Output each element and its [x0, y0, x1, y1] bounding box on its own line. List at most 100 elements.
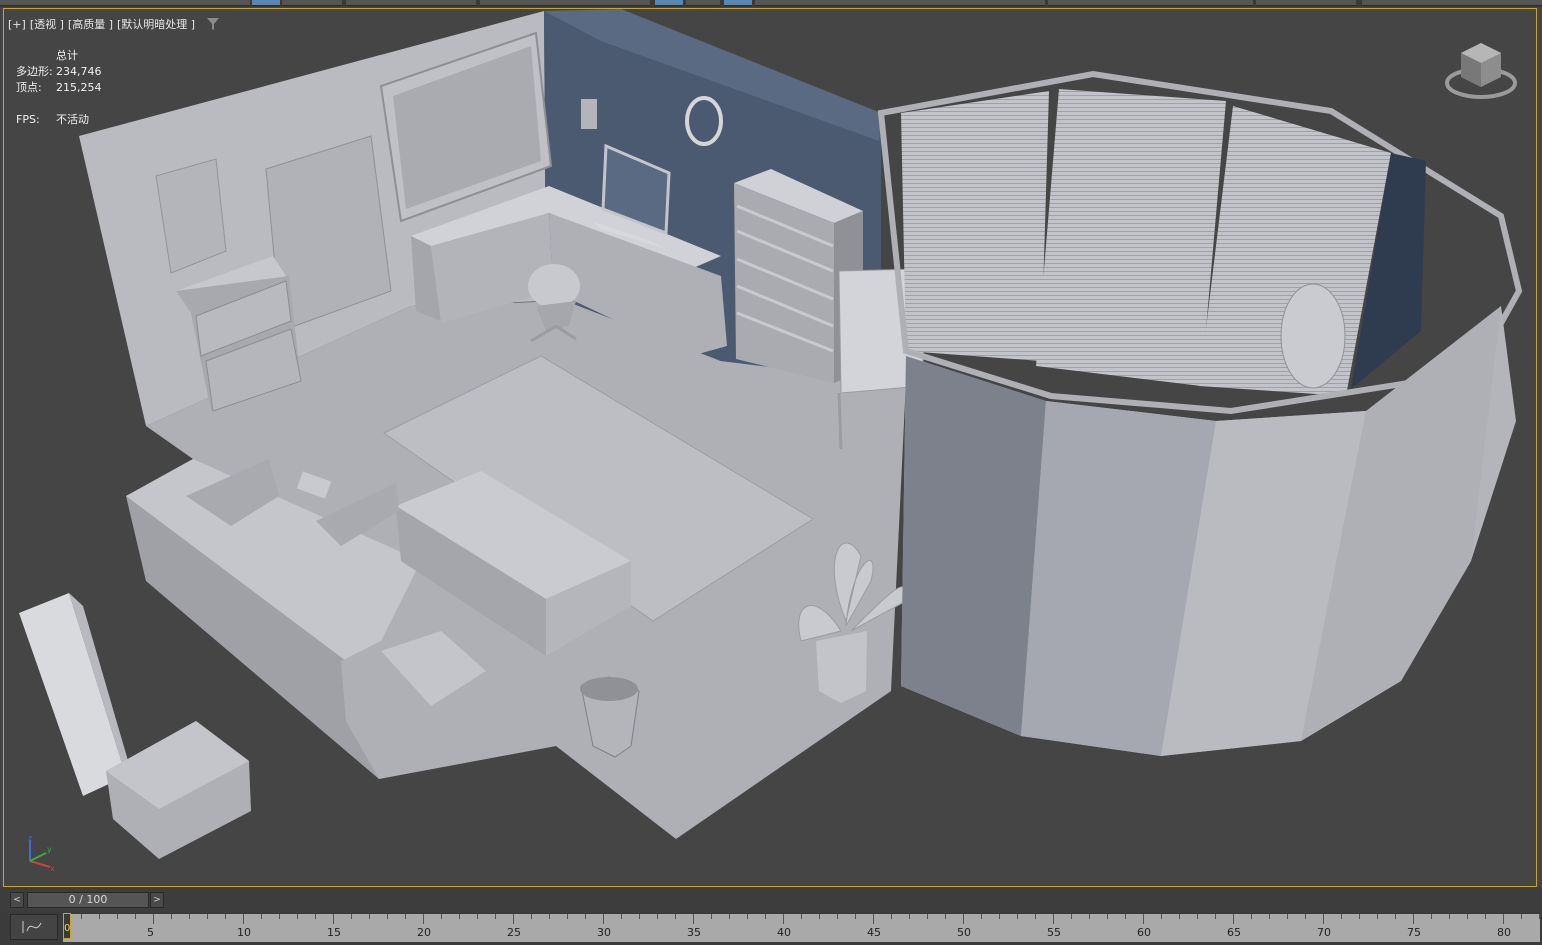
time-slider-bar: < 0 / 100 >: [0, 887, 1542, 912]
frame-tick-label: 25: [507, 926, 521, 939]
frame-tick-label: 75: [1407, 926, 1421, 939]
frame-tick-label: 5: [147, 926, 154, 939]
trackbar: 5 10 15 20 25 30 35 40 45 50 55 60 65 70 75 80 0: [0, 912, 1542, 945]
viewport-label-bar: [+] [透视 ] [高质量 ] [默认明暗处理 ]: [8, 16, 220, 32]
frame-tick-label: 45: [867, 926, 881, 939]
polygons-label: 多边形:: [16, 65, 53, 78]
toolbar-segment[interactable]: [755, 0, 1045, 6]
frame-tick-label: 15: [327, 926, 341, 939]
toolbar-segment[interactable]: [346, 0, 476, 6]
current-frame-marker[interactable]: 0: [63, 913, 71, 939]
blind-left: [901, 91, 1049, 361]
frame-tick: [567, 914, 568, 919]
frame-tick: [1197, 914, 1198, 919]
frame-tick: [747, 914, 748, 919]
filter-funnel-icon[interactable]: [207, 18, 220, 30]
frame-tick: [81, 914, 82, 919]
toolbar-strip: [0, 0, 1542, 7]
frame-tick-label: 50: [957, 926, 971, 939]
frame-tick: [441, 914, 442, 919]
viewport-point-of-view-label[interactable]: [透视 ]: [30, 16, 64, 32]
frame-tick: [549, 914, 550, 919]
plant-pot: [816, 631, 867, 703]
frame-tick: [1161, 914, 1162, 919]
toolbar-segment-active[interactable]: [655, 0, 683, 6]
frame-tick-label: 40: [777, 926, 791, 939]
frame-tick: [261, 914, 262, 919]
frame-tick: [927, 914, 928, 919]
vertices-label: 顶点:: [16, 81, 42, 94]
toolbar-segment[interactable]: [480, 0, 650, 6]
tall-box: [19, 593, 126, 796]
frame-tick: [1269, 914, 1270, 919]
frame-tick: [999, 914, 1000, 919]
toolbar-segment[interactable]: [686, 0, 720, 6]
fps-label: FPS:: [16, 113, 40, 126]
frame-tick: [855, 914, 856, 919]
viewport-shading-label[interactable]: [默认明暗处理 ]: [117, 16, 195, 32]
frame-tick: [837, 914, 838, 919]
viewport-quality-label[interactable]: [高质量 ]: [68, 16, 113, 32]
frame-tick: [639, 914, 640, 919]
frame-tick: [387, 914, 388, 919]
frame-tick: [1395, 914, 1396, 919]
frame-tick: [171, 914, 172, 919]
frame-tick: [945, 914, 946, 919]
frame-tick: [675, 914, 676, 919]
frame-tick: [1503, 914, 1504, 924]
axis-y-label: y: [47, 845, 52, 854]
frame-tick: [513, 914, 514, 924]
toolbar-segment[interactable]: [1256, 0, 1356, 6]
frame-tick: [531, 914, 532, 919]
perspective-viewport[interactable]: [+] [透视 ] [高质量 ] [默认明暗处理 ] 总计 多边形: 234,74…: [3, 8, 1537, 887]
frame-tick: [495, 914, 496, 919]
frame-tick: [1521, 914, 1522, 919]
frame-tick: [1431, 914, 1432, 919]
frame-tick: [99, 914, 100, 919]
xyz-axis-tripod-icon: z y x: [28, 834, 55, 873]
viewport-menu-plus[interactable]: [+]: [8, 18, 26, 31]
frame-tick: [873, 914, 874, 924]
toolbar-segment-active[interactable]: [724, 0, 752, 6]
office-chair: [528, 264, 580, 308]
axis-z-label: z: [28, 834, 32, 843]
scene-render[interactable]: [4, 9, 1536, 886]
frame-tick: [1215, 914, 1216, 919]
viewcube-icon[interactable]: [1444, 41, 1518, 105]
time-slider[interactable]: 0 / 100: [27, 892, 149, 908]
frame-tick: [1485, 914, 1486, 919]
frame-tick: [243, 914, 244, 924]
toolbar-segment[interactable]: [0, 0, 250, 6]
toolbar-segment[interactable]: [1048, 0, 1253, 6]
frame-tick: [621, 914, 622, 919]
chevron-right-icon[interactable]: >: [150, 892, 164, 908]
frame-tick: [1107, 914, 1108, 919]
frame-tick: [1179, 914, 1180, 919]
frame-tick: [1539, 914, 1540, 919]
frame-tick: [297, 914, 298, 919]
frame-tick: [1143, 914, 1144, 924]
frame-tick: [1071, 914, 1072, 919]
frame-ruler[interactable]: 5 10 15 20 25 30 35 40 45 50 55 60 65 70 75 80: [63, 914, 1540, 942]
chevron-left-icon[interactable]: <: [10, 892, 24, 908]
frame-tick: [1233, 914, 1234, 924]
stats-header: 总计: [56, 49, 78, 62]
toolbar-segment-active[interactable]: [252, 0, 280, 6]
frame-tick-label: 10: [237, 926, 251, 939]
toolbar-segment[interactable]: [1362, 0, 1542, 6]
frame-tick: [117, 914, 118, 919]
frame-tick: [135, 914, 136, 919]
mini-curve-editor-icon[interactable]: [10, 914, 58, 940]
frame-tick-label: 20: [417, 926, 431, 939]
frame-tick: [909, 914, 910, 919]
toolbar-segment[interactable]: [282, 0, 342, 6]
frame-tick: [189, 914, 190, 919]
frame-tick: [1089, 914, 1090, 919]
frame-tick-label: 30: [597, 926, 611, 939]
frame-tick: [657, 914, 658, 919]
frame-tick: [315, 914, 316, 919]
frame-tick-label: 60: [1137, 926, 1151, 939]
frame-tick: [981, 914, 982, 919]
frame-tick: [603, 914, 604, 924]
water-jug: [1280, 283, 1346, 389]
